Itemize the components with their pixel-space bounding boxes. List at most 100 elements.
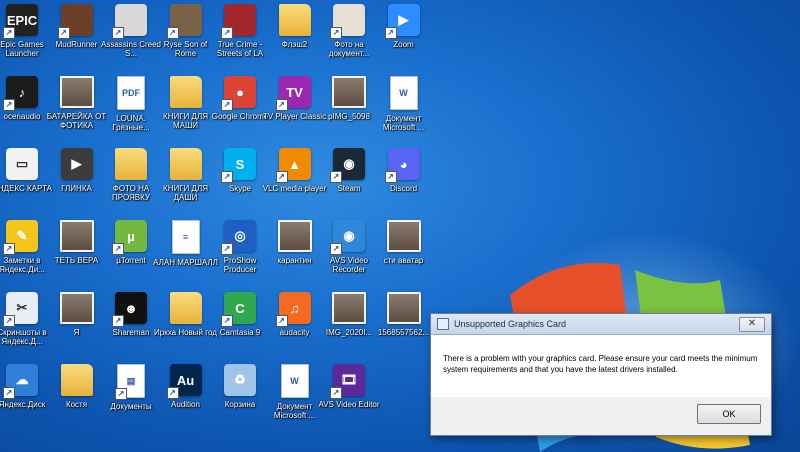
desktop-icon[interactable]: ↗ Ryse Son of Rome xyxy=(158,4,214,58)
desktop-icon[interactable]: C ↗ Camtasia 9 xyxy=(212,292,268,337)
desktop-icon[interactable]: ↗ True Crime - Streets of LA xyxy=(212,4,268,58)
text-file-icon: ≡ xyxy=(171,220,200,254)
desktop-icon[interactable]: EPIC ↗ Epic Games Launcher xyxy=(0,4,50,58)
shortcut-arrow-icon: ↗ xyxy=(330,171,342,183)
dialog-body: There is a problem with your graphics ca… xyxy=(431,335,771,397)
desktop-icon[interactable]: ♪ ↗ ocenaudio xyxy=(0,76,50,121)
folder-icon xyxy=(169,76,202,108)
dialog-titlebar[interactable]: Unsupported Graphics Card ✕ xyxy=(431,314,771,335)
shortcut-arrow-icon: ↗ xyxy=(330,243,342,255)
desktop-icon-label: Документ Microsoft ... xyxy=(382,114,425,132)
desktop-icon[interactable]: Я xyxy=(49,292,105,337)
folder-icon xyxy=(115,148,147,180)
desktop-icon[interactable]: Флэш2 xyxy=(267,4,323,49)
close-button[interactable]: ✕ xyxy=(739,316,765,332)
ocenaudio-icon: ♪ ↗ xyxy=(3,76,38,111)
desktop-icon[interactable]: ▲ ↗ VLC media player xyxy=(263,148,326,193)
camtasia-icon: C ↗ xyxy=(221,292,256,327)
shareman-icon: ☻ ↗ xyxy=(112,292,147,327)
desktop-icon[interactable]: Костя xyxy=(49,364,105,409)
yandex-screenshot-icon: ✂ ↗ xyxy=(3,292,38,327)
yandex-disk-icon: ☁ ↗ xyxy=(3,364,38,399)
desktop-icon[interactable]: КНИГИ ДЛЯ ДАШИ xyxy=(158,148,214,202)
epic-games-icon: EPIC ↗ xyxy=(3,4,38,39)
shortcut-arrow-icon: ↗ xyxy=(115,388,127,400)
desktop-icon-label: Discord xyxy=(389,184,418,193)
skype-icon: S ↗ xyxy=(221,148,256,183)
desktop-icon-label: сти аватар xyxy=(383,256,424,265)
desktop-icon[interactable]: Иркха Новый год xyxy=(154,292,217,337)
shortcut-arrow-icon: ↗ xyxy=(166,27,179,39)
shortcut-arrow-icon: ↗ xyxy=(384,171,397,183)
desktop-icon[interactable]: ♫ ↗ audacity xyxy=(267,292,323,337)
desktop-icon[interactable]: ↗ Фото на документ... xyxy=(321,4,377,58)
desktop-icon[interactable]: W Документ Microsoft ... xyxy=(267,364,323,420)
desktop-icon[interactable]: ☻ ↗ Shareman xyxy=(103,292,159,337)
desktop-icon[interactable]: БАТАРЕЙКА ОТ ФОТИКА xyxy=(47,76,106,130)
desktop-icon-label: Zoom xyxy=(393,40,414,49)
unsupported-graphics-dialog: Unsupported Graphics Card ✕ There is a p… xyxy=(430,313,772,436)
desktop-icon[interactable]: ◉ ↗ AVS Video Recorder xyxy=(321,220,377,274)
desktop-icon[interactable]: ♻ Корзина xyxy=(212,364,268,409)
desktop-icon[interactable]: ▶ ГЛИНКА xyxy=(49,148,105,193)
shortcut-arrow-icon: ↗ xyxy=(275,99,288,111)
desktop-icon[interactable]: КНИГИ ДЛЯ МАШИ xyxy=(158,76,214,130)
desktop-icon[interactable]: сти аватар xyxy=(376,220,432,265)
proshow-icon: ◎ ↗ xyxy=(221,220,256,255)
desktop-icon[interactable]: TV ↗ TV Player Classic xyxy=(263,76,326,121)
yandex-card-icon: ▭ xyxy=(6,148,38,180)
assassins-creed-icon: ↗ xyxy=(112,4,147,39)
desktop-icon[interactable]: ≡ АЛАН МАРШАЛЛ xyxy=(153,220,218,267)
photo-icon xyxy=(59,220,94,252)
desktop-icon[interactable]: Au ↗ Audition xyxy=(158,364,214,409)
desktop-icon[interactable]: ● ↗ Google Chrome xyxy=(212,76,268,121)
desktop-icon[interactable]: ✎ ↗ Заметки в Яндекс.Ди... xyxy=(0,220,50,274)
desktop-icon[interactable]: 1568557562... xyxy=(376,292,432,337)
desktop-icon[interactable]: ТЕТЬ ВЕРА xyxy=(49,220,105,265)
video-file-icon: ▶ xyxy=(60,148,93,180)
folder-icon xyxy=(278,4,311,36)
desktop-icon[interactable]: µ ↗ µTorrent xyxy=(103,220,159,265)
photo-icon xyxy=(59,76,94,108)
shortcut-arrow-icon: ↗ xyxy=(275,315,288,327)
shortcut-arrow-icon: ↗ xyxy=(221,243,233,255)
desktop-icon[interactable]: ↗ Assassins Creed S... xyxy=(101,4,161,58)
tv-player-icon: TV ↗ xyxy=(275,76,311,111)
desktop-icon[interactable]: ▤ ↗ Документы xyxy=(103,364,159,411)
desktop-icon[interactable]: ✂ ↗ Скриншоты в Яндекс.Д... xyxy=(0,292,50,346)
desktop-icon[interactable]: ◕ ↗ Discord xyxy=(376,148,432,193)
shortcut-arrow-icon: ↗ xyxy=(384,27,397,39)
desktop-icon[interactable]: карантин xyxy=(267,220,323,265)
shortcut-arrow-icon: ↗ xyxy=(330,27,342,39)
desktop-icon[interactable]: IMG_2020I... xyxy=(321,292,377,337)
desktop-icon[interactable]: ▶ ↗ Zoom xyxy=(376,4,432,49)
photo-icon xyxy=(332,76,366,108)
desktop-icon[interactable]: PDF LOUNA. Грязные... xyxy=(103,76,159,132)
dialog-title: Unsupported Graphics Card xyxy=(454,319,567,329)
shortcut-arrow-icon: ↗ xyxy=(3,387,15,399)
word-document-icon: W xyxy=(389,76,418,110)
desktop-icon[interactable]: ↗ MudRunner xyxy=(49,4,105,49)
desktop-icon[interactable]: ▭ЯНДЕКС КАРТА xyxy=(0,148,52,193)
shortcut-arrow-icon: ↗ xyxy=(112,27,124,39)
folder-icon xyxy=(60,364,93,396)
desktop-icon[interactable]: ФОТО НА ПРОЯВКУ xyxy=(103,148,159,202)
vlc-icon: ▲ ↗ xyxy=(275,148,311,183)
desktop-icon[interactable]: 🎞 ↗ AVS Video Editor xyxy=(318,364,380,409)
chrome-icon: ● ↗ xyxy=(221,76,256,111)
desktop-icon[interactable]: ◉ ↗ Steam xyxy=(321,148,377,193)
shortcut-arrow-icon: ↗ xyxy=(275,171,288,183)
documents-shortcut-icon: ▤ ↗ xyxy=(115,364,145,400)
folder-icon xyxy=(169,292,202,324)
desktop-icon[interactable]: S ↗ Skype xyxy=(212,148,268,193)
shortcut-arrow-icon: ↗ xyxy=(330,387,342,399)
recycle-bin-icon: ♻ xyxy=(224,364,256,396)
desktop-icon[interactable]: ☁ ↗ Яндекс.Диск xyxy=(0,364,50,409)
desktop-icon[interactable]: W Документ Microsoft ... xyxy=(376,76,432,132)
desktop-icon[interactable]: ◎ ↗ ProShow Producer xyxy=(212,220,268,274)
avs-editor-icon: 🎞 ↗ xyxy=(330,364,365,399)
mudrunner-icon: ↗ xyxy=(57,4,93,39)
desktop-icon[interactable]: pIMG_5098 xyxy=(321,76,377,121)
ok-button[interactable]: OK xyxy=(697,404,761,424)
photo-icon xyxy=(277,220,312,252)
